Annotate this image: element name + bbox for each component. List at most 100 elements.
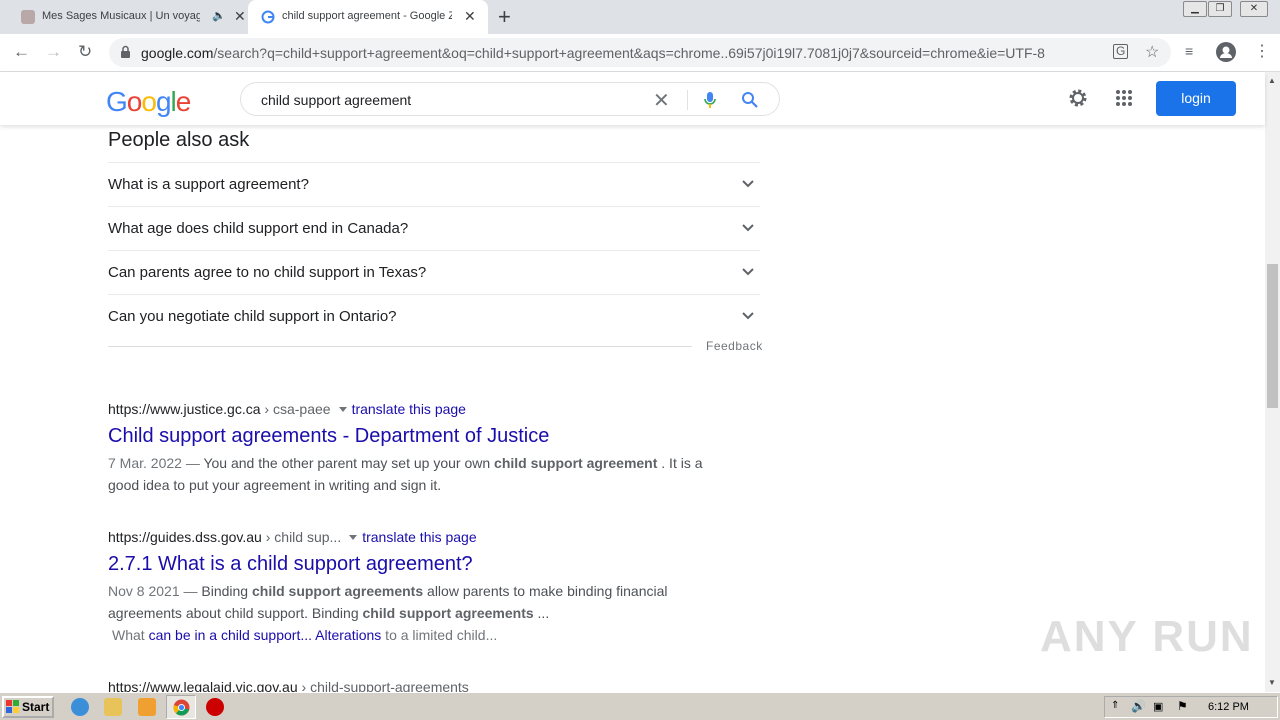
taskbar-clock[interactable]: 6:12 PM [1208, 701, 1249, 713]
result-sitelinks: What can be in a child support... Altera… [112, 624, 722, 646]
search-results-area: People also ask What is a support agreem… [0, 125, 1265, 692]
tab-title: Mes Sages Musicaux | Un voyag [42, 10, 200, 22]
browser-toolbar: ← → ↻ google.com/search?q=child+support+… [0, 34, 1280, 72]
media-player-icon[interactable] [138, 698, 156, 716]
paa-question-text: What is a support agreement? [108, 176, 309, 193]
snippet-text: Binding [197, 583, 252, 599]
sitelink[interactable]: can be in a child support... [149, 627, 312, 643]
back-arrow-icon[interactable]: ← [13, 42, 30, 62]
translate-link[interactable]: translate this page [352, 401, 466, 417]
logo-letter: o [141, 86, 157, 117]
volume-icon[interactable]: 🔊 [1131, 699, 1146, 713]
url-host: google.com [141, 45, 214, 61]
sitelinks-prefix: What [112, 627, 149, 643]
new-tab-button[interactable]: + [498, 4, 511, 30]
settings-gear-icon[interactable] [1067, 87, 1089, 109]
start-button[interactable]: Start [2, 696, 54, 718]
paa-question[interactable]: What is a support agreement? [108, 162, 760, 206]
tab-strip: Mes Sages Musicaux | Un voyag 🔈 ✕ child … [0, 0, 1280, 34]
browser-menu-icon[interactable]: ⋮ [1254, 41, 1270, 61]
result-site[interactable]: https://guides.dss.gov.au [108, 529, 262, 545]
minimize-button[interactable]: ▁ [1183, 1, 1207, 17]
scroll-up-arrow-icon[interactable]: ▲ [1268, 76, 1276, 85]
paa-question-text: Can you negotiate child support in Ontar… [108, 308, 397, 325]
close-tab-icon[interactable]: ✕ [234, 8, 246, 25]
url-path: /search?q=child+support+agreement&oq=chi… [213, 45, 1045, 61]
result-date: 7 Mar. 2022 — [108, 455, 200, 471]
result-title-link[interactable]: Child support agreements - Department of… [108, 425, 549, 448]
result-snippet: Nov 8 2021 — Binding child support agree… [108, 580, 708, 624]
result-snippet: 7 Mar. 2022 — You and the other parent m… [108, 452, 718, 496]
chevron-down-icon [742, 180, 754, 188]
chevron-down-icon [742, 268, 754, 276]
tab-google[interactable]: child support agreement - Google Zo ✕ [248, 0, 488, 34]
windows-taskbar: Start ⇑ 🔊 ▣ ⚑ 6:12 PM [0, 692, 1280, 720]
paa-question[interactable]: Can you negotiate child support in Ontar… [108, 294, 760, 338]
paa-question[interactable]: Can parents agree to no child support in… [108, 250, 760, 294]
result-date: Nov 8 2021 — [108, 583, 198, 599]
speaker-icon[interactable]: 🔈 [212, 9, 226, 22]
address-bar[interactable]: google.com/search?q=child+support+agreem… [109, 38, 1171, 67]
sitelink[interactable]: Alterations [315, 627, 381, 643]
search-icon[interactable] [741, 91, 759, 109]
snippet-bold: child support agreements [251, 583, 424, 599]
chevron-down-icon [742, 312, 754, 320]
sitelinks-suffix: to a limited child... [381, 627, 498, 643]
google-logo[interactable]: Google [106, 86, 192, 118]
dropdown-triangle-icon[interactable] [349, 535, 358, 540]
snippet-text: ... [533, 605, 550, 621]
tray-expand-icon[interactable]: ⇑ [1111, 700, 1119, 711]
login-button[interactable]: login [1156, 81, 1236, 116]
feedback-divider [108, 346, 692, 347]
close-tab-icon[interactable]: ✕ [464, 8, 476, 25]
action-center-flag-icon[interactable]: ⚑ [1177, 699, 1188, 713]
file-explorer-icon[interactable] [104, 698, 122, 716]
forward-arrow-icon[interactable]: → [45, 42, 62, 62]
security-warning-icon[interactable] [206, 698, 224, 716]
search-divider [687, 90, 688, 110]
paa-question-text: What age does child support end in Canad… [108, 220, 409, 237]
anyrun-watermark: ANY RUN [1040, 612, 1254, 661]
google-favicon-icon [261, 10, 275, 24]
media-controls-icon[interactable]: ≡ [1185, 43, 1193, 59]
result-site[interactable]: https://www.justice.gc.ca [108, 401, 261, 417]
result-site[interactable]: https://www.legalaid.vic.gov.au [108, 679, 298, 692]
people-also-ask-heading: People also ask [108, 129, 250, 151]
google-header: Google child support agreement ✕ login [0, 72, 1265, 125]
internet-explorer-icon[interactable] [71, 698, 89, 716]
url-text: google.com/search?q=child+support+agreem… [141, 45, 1101, 61]
result-cite: https://www.justice.gc.ca › csa-paee tran… [108, 401, 466, 417]
result-title-link[interactable]: 2.7.1 What is a child support agreement? [108, 553, 473, 576]
scrollbar-thumb[interactable] [1267, 264, 1278, 408]
lock-icon [121, 45, 130, 58]
search-input[interactable]: child support agreement [261, 92, 411, 108]
snippet-bold: child support agreements [362, 605, 534, 621]
dropdown-triangle-icon[interactable] [338, 407, 347, 412]
windows-logo-icon [6, 700, 19, 713]
scroll-down-arrow-icon[interactable]: ▼ [1268, 678, 1276, 687]
music-site-favicon-icon [21, 10, 35, 24]
result-path: › csa-paee [264, 401, 331, 417]
search-box[interactable]: child support agreement ✕ [240, 82, 780, 116]
apps-grid-icon[interactable] [1115, 89, 1133, 107]
chrome-taskbar-button[interactable] [166, 695, 196, 719]
logo-letter: o [126, 86, 143, 117]
network-icon[interactable]: ▣ [1153, 700, 1163, 713]
translate-link[interactable]: translate this page [362, 529, 476, 545]
microphone-icon[interactable] [703, 91, 717, 109]
chrome-icon [173, 699, 190, 716]
paa-question[interactable]: What age does child support end in Canad… [108, 206, 760, 250]
logo-letter: e [175, 86, 192, 117]
close-window-button[interactable]: ✕ [1240, 1, 1268, 17]
snippet-text: You and the other parent may set up your… [199, 455, 495, 471]
restore-button[interactable]: ❐ [1208, 1, 1232, 17]
vertical-scrollbar[interactable]: ▲ ▼ [1265, 72, 1280, 692]
clear-search-icon[interactable]: ✕ [653, 88, 670, 113]
translate-icon[interactable]: G [1113, 44, 1129, 59]
tab-music[interactable]: Mes Sages Musicaux | Un voyag 🔈 ✕ [8, 0, 246, 34]
logo-letter: g [155, 86, 172, 117]
feedback-link[interactable]: Feedback [706, 339, 763, 353]
profile-avatar-icon[interactable] [1216, 42, 1236, 62]
reload-icon[interactable]: ↻ [78, 42, 92, 62]
star-icon[interactable]: ☆ [1145, 42, 1159, 62]
